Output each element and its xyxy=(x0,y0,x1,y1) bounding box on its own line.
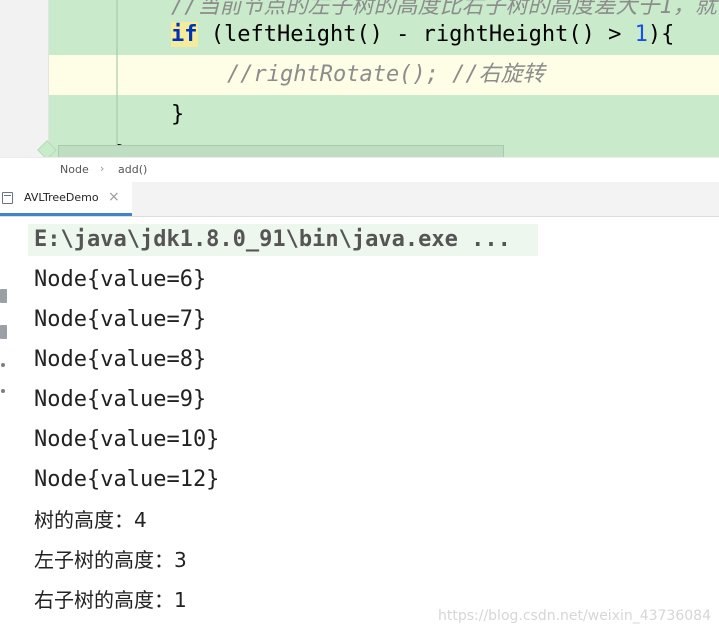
if-condition: (leftHeight() - rightHeight() > xyxy=(197,22,635,47)
code-area[interactable]: //当前节点的左子树的高度比右子树的高度差大于1，就 if (leftHeigh… xyxy=(49,0,719,157)
code-line-close-brace[interactable]: } xyxy=(49,95,719,135)
output-line: Node{value=12} xyxy=(34,467,220,492)
breadcrumb-item-node[interactable]: Node xyxy=(60,163,89,176)
watermark: https://blog.csdn.net/weixin_43736084 xyxy=(437,608,711,624)
code-comment: //rightRotate(); //右旋转 xyxy=(227,62,545,87)
console-output[interactable]: E:\java\jdk1.8.0_91\bin\java.exe ... Nod… xyxy=(0,217,719,632)
output-line: Node{value=8} xyxy=(34,347,207,372)
breadcrumb-item-add[interactable]: add() xyxy=(118,163,147,176)
editor-gutter xyxy=(0,0,49,157)
if-end: ){ xyxy=(647,22,675,47)
run-tool-window-tabs: AVLTreeDemo × xyxy=(0,182,719,217)
output-line: Node{value=7} xyxy=(34,307,207,332)
code-line-caret[interactable]: //rightRotate(); //右旋转 xyxy=(49,55,719,95)
console-command-line[interactable]: E:\java\jdk1.8.0_91\bin\java.exe ... xyxy=(28,224,538,256)
breadcrumb: Node › add() xyxy=(0,157,719,183)
output-line-left-height: 左子树的高度：3 xyxy=(34,548,187,572)
console-toolbar xyxy=(0,217,12,632)
output-line-right-height: 右子树的高度：1 xyxy=(34,588,187,612)
keyword-if: if xyxy=(171,22,198,47)
output-line: Node{value=10} xyxy=(34,427,220,452)
rerun-icon[interactable] xyxy=(0,289,7,303)
close-icon[interactable]: × xyxy=(108,189,120,205)
code-editor[interactable]: //当前节点的左子树的高度比右子树的高度差大于1，就 if (leftHeigh… xyxy=(0,0,719,157)
settings-icon[interactable] xyxy=(1,389,5,393)
command-text: E:\java\jdk1.8.0_91\bin\java.exe ... xyxy=(34,227,511,252)
tab-label: AVLTreeDemo xyxy=(24,191,99,204)
code-text: if (leftHeight() - rightHeight() > 1){ xyxy=(171,15,674,55)
tab-avltreedemo[interactable]: AVLTreeDemo × xyxy=(0,182,132,216)
number-literal: 1 xyxy=(634,22,648,47)
output-line: Node{value=6} xyxy=(34,267,207,292)
horizontal-scrollbar[interactable] xyxy=(58,145,504,157)
breadcrumb-separator: › xyxy=(100,162,105,175)
code-text: } xyxy=(171,102,185,127)
output-line-tree-height: 树的高度：4 xyxy=(34,508,147,532)
output-line: Node{value=9} xyxy=(34,387,207,412)
code-line-if[interactable]: if (leftHeight() - rightHeight() > 1){ xyxy=(49,15,719,55)
stop-icon[interactable] xyxy=(0,325,7,339)
indent-guide xyxy=(116,0,118,157)
pin-icon[interactable] xyxy=(1,363,5,367)
console-icon xyxy=(2,192,13,204)
